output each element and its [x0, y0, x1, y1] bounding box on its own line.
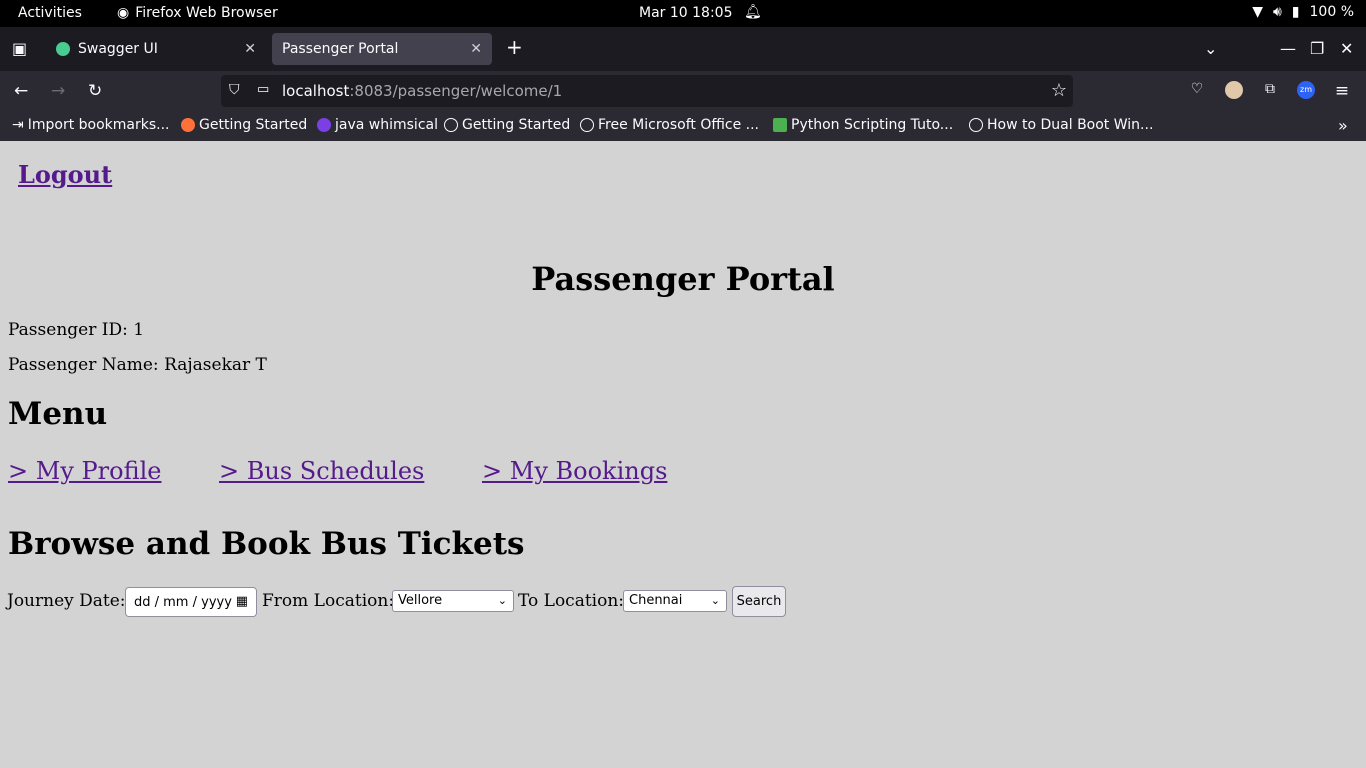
close-window-icon[interactable]: ✕: [1340, 39, 1353, 58]
reload-icon[interactable]: ↻: [88, 81, 102, 101]
page-info-icon[interactable]: ▭: [257, 82, 269, 97]
firefox-view-icon[interactable]: ▣: [12, 39, 27, 58]
activities-button[interactable]: Activities: [18, 5, 82, 21]
chevron-down-icon: ⌄: [710, 594, 720, 607]
tracking-protection-icon[interactable]: ⛉: [229, 82, 240, 98]
close-tab-icon[interactable]: ✕: [470, 41, 482, 57]
bookmark-dual-boot[interactable]: How to Dual Boot Win...: [969, 117, 1153, 133]
volume-icon: 🔊︎: [1272, 4, 1282, 20]
browse-heading: Browse and Book Bus Tickets: [8, 526, 525, 562]
clock[interactable]: Mar 10 18:05: [639, 5, 732, 21]
to-location-label: To Location:: [518, 591, 625, 611]
battery-icon: ▮: [1291, 4, 1300, 20]
app-menu[interactable]: ◉ Firefox Web Browser: [117, 5, 278, 21]
journey-date-label: Journey Date:: [7, 591, 126, 611]
firefox-favicon-icon: [181, 118, 195, 132]
my-bookings-link[interactable]: > My Bookings: [482, 457, 667, 485]
to-location-select[interactable]: Chennai ⌄: [623, 590, 727, 612]
system-top-bar: Activities ◉ Firefox Web Browser Mar 10 …: [0, 0, 1366, 27]
notification-bell-icon[interactable]: 🔔︎: [744, 4, 762, 20]
bookmark-import[interactable]: ⇥ Import bookmarks...: [12, 117, 170, 133]
logout-link[interactable]: Logout: [18, 160, 112, 189]
journey-date-input[interactable]: dd / mm / yyyy ▦: [125, 587, 257, 617]
forward-icon[interactable]: →: [51, 81, 65, 101]
to-location-value: Chennai: [629, 593, 683, 608]
passenger-name: Passenger Name: Rajasekar T: [8, 355, 267, 375]
bookmarks-toolbar: ⇥ Import bookmarks... Getting Started jav…: [0, 111, 1366, 141]
tab-passenger-portal[interactable]: Passenger Portal ✕: [272, 33, 492, 65]
wifi-icon: ▼: [1252, 4, 1263, 20]
new-tab-icon[interactable]: +: [506, 35, 523, 59]
bus-schedules-link[interactable]: > Bus Schedules: [219, 457, 424, 485]
bookmark-python-scripting[interactable]: Python Scripting Tuto...: [773, 117, 953, 133]
firefox-icon: ◉: [117, 5, 130, 21]
from-location-select[interactable]: Vellore ⌄: [392, 590, 514, 612]
system-status-area[interactable]: ▼ 🔊︎ ▮ 100 %: [1252, 4, 1354, 20]
tab-swagger-ui[interactable]: Swagger UI ✕: [46, 33, 266, 65]
swagger-favicon-icon: [56, 42, 70, 56]
search-button[interactable]: Search: [732, 586, 786, 617]
passenger-id: Passenger ID: 1: [8, 320, 145, 340]
battery-percent: 100 %: [1309, 4, 1354, 20]
tab-strip: ▣ Swagger UI ✕ Passenger Portal ✕ + ⌄ — …: [0, 27, 1366, 71]
url-text[interactable]: localhost:8083/passenger/welcome/1: [282, 82, 562, 100]
tab-title: Passenger Portal: [282, 41, 399, 57]
python-favicon-icon: [773, 118, 787, 132]
from-location-label: From Location:: [262, 591, 395, 611]
calendar-icon[interactable]: ▦: [236, 594, 248, 609]
account-avatar-icon[interactable]: [1225, 81, 1243, 99]
from-location-value: Vellore: [398, 593, 443, 608]
navigation-toolbar: ← → ↻ ⛉ ▭ localhost:8083/passenger/welco…: [0, 71, 1366, 111]
more-bookmarks-icon[interactable]: »: [1338, 116, 1348, 135]
page-title: Passenger Portal: [531, 260, 835, 298]
bookmark-getting-started[interactable]: Getting Started: [181, 117, 307, 133]
restore-icon[interactable]: ❐: [1310, 39, 1324, 58]
extensions-icon[interactable]: ⧉: [1261, 81, 1279, 99]
whimsical-favicon-icon: [317, 118, 331, 132]
back-icon[interactable]: ←: [14, 81, 28, 101]
date-placeholder: dd / mm / yyyy: [134, 594, 232, 610]
close-tab-icon[interactable]: ✕: [244, 41, 256, 57]
app-name: Firefox Web Browser: [135, 5, 278, 21]
globe-icon: [444, 118, 458, 132]
tab-title: Swagger UI: [78, 41, 158, 57]
address-bar[interactable]: ⛉ ▭ localhost:8083/passenger/welcome/1 ☆: [221, 75, 1073, 107]
bookmark-java-whimsical[interactable]: java whimsical: [317, 117, 438, 133]
bookmark-getting-started-2[interactable]: Getting Started: [444, 117, 570, 133]
pocket-icon[interactable]: ♡: [1188, 81, 1206, 99]
minimize-icon[interactable]: —: [1280, 39, 1296, 58]
zoom-extension-icon[interactable]: zm: [1297, 81, 1315, 99]
my-profile-link[interactable]: > My Profile: [8, 457, 161, 485]
app-menu-icon[interactable]: ≡: [1333, 81, 1351, 101]
page-content: Logout Passenger Portal Passenger ID: 1 …: [0, 141, 1366, 768]
menu-heading: Menu: [8, 396, 108, 432]
globe-icon: [580, 118, 594, 132]
chevron-down-icon: ⌄: [497, 594, 507, 607]
bookmark-star-icon[interactable]: ☆: [1051, 80, 1067, 101]
globe-icon: [969, 118, 983, 132]
import-icon: ⇥: [12, 117, 24, 133]
list-all-tabs-icon[interactable]: ⌄: [1204, 39, 1217, 58]
bookmark-free-microsoft-office[interactable]: Free Microsoft Office ...: [580, 117, 759, 133]
